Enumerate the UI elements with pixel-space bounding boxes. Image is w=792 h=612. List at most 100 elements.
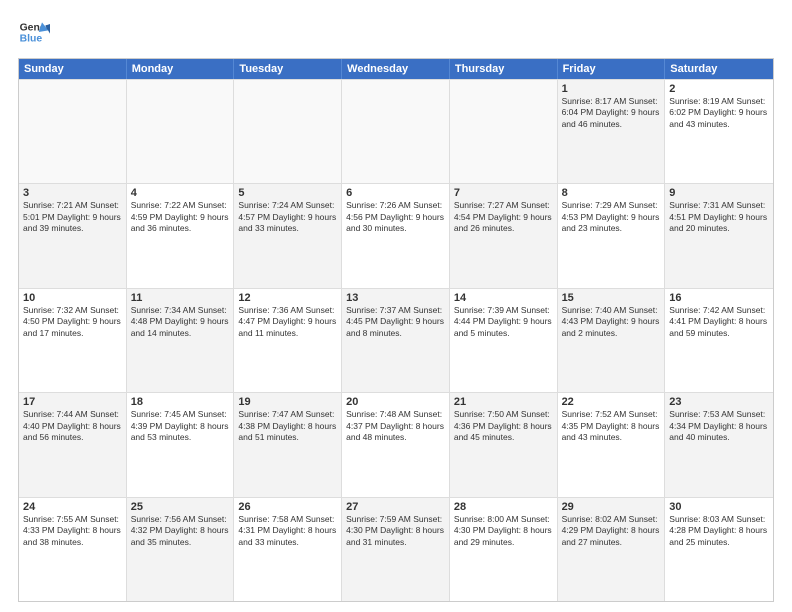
day-number: 22 <box>562 396 661 408</box>
day-info: Sunrise: 7:39 AM Sunset: 4:44 PM Dayligh… <box>454 305 553 339</box>
calendar-cell <box>234 80 342 183</box>
calendar-row: 10Sunrise: 7:32 AM Sunset: 4:50 PM Dayli… <box>19 288 773 392</box>
calendar-header-cell: Tuesday <box>234 59 342 79</box>
day-info: Sunrise: 7:22 AM Sunset: 4:59 PM Dayligh… <box>131 200 230 234</box>
day-number: 30 <box>669 501 769 513</box>
calendar-cell: 5Sunrise: 7:24 AM Sunset: 4:57 PM Daylig… <box>234 184 342 287</box>
calendar-cell: 17Sunrise: 7:44 AM Sunset: 4:40 PM Dayli… <box>19 393 127 496</box>
calendar-row: 17Sunrise: 7:44 AM Sunset: 4:40 PM Dayli… <box>19 392 773 496</box>
calendar-cell <box>450 80 558 183</box>
day-number: 26 <box>238 501 337 513</box>
calendar-cell: 3Sunrise: 7:21 AM Sunset: 5:01 PM Daylig… <box>19 184 127 287</box>
day-info: Sunrise: 7:40 AM Sunset: 4:43 PM Dayligh… <box>562 305 661 339</box>
calendar-cell: 9Sunrise: 7:31 AM Sunset: 4:51 PM Daylig… <box>665 184 773 287</box>
calendar-cell: 30Sunrise: 8:03 AM Sunset: 4:28 PM Dayli… <box>665 498 773 601</box>
calendar-cell: 1Sunrise: 8:17 AM Sunset: 6:04 PM Daylig… <box>558 80 666 183</box>
calendar-cell: 2Sunrise: 8:19 AM Sunset: 6:02 PM Daylig… <box>665 80 773 183</box>
day-info: Sunrise: 7:32 AM Sunset: 4:50 PM Dayligh… <box>23 305 122 339</box>
calendar: SundayMondayTuesdayWednesdayThursdayFrid… <box>18 58 774 602</box>
day-info: Sunrise: 7:59 AM Sunset: 4:30 PM Dayligh… <box>346 514 445 548</box>
day-info: Sunrise: 7:53 AM Sunset: 4:34 PM Dayligh… <box>669 409 769 443</box>
day-number: 24 <box>23 501 122 513</box>
calendar-cell: 11Sunrise: 7:34 AM Sunset: 4:48 PM Dayli… <box>127 289 235 392</box>
header-row: General Blue <box>18 16 774 48</box>
calendar-cell: 29Sunrise: 8:02 AM Sunset: 4:29 PM Dayli… <box>558 498 666 601</box>
day-number: 6 <box>346 187 445 199</box>
day-number: 29 <box>562 501 661 513</box>
calendar-cell <box>342 80 450 183</box>
day-info: Sunrise: 7:47 AM Sunset: 4:38 PM Dayligh… <box>238 409 337 443</box>
day-info: Sunrise: 7:21 AM Sunset: 5:01 PM Dayligh… <box>23 200 122 234</box>
calendar-header: SundayMondayTuesdayWednesdayThursdayFrid… <box>19 59 773 79</box>
day-info: Sunrise: 7:26 AM Sunset: 4:56 PM Dayligh… <box>346 200 445 234</box>
calendar-cell: 8Sunrise: 7:29 AM Sunset: 4:53 PM Daylig… <box>558 184 666 287</box>
day-number: 4 <box>131 187 230 199</box>
day-info: Sunrise: 7:52 AM Sunset: 4:35 PM Dayligh… <box>562 409 661 443</box>
calendar-cell: 27Sunrise: 7:59 AM Sunset: 4:30 PM Dayli… <box>342 498 450 601</box>
calendar-cell: 15Sunrise: 7:40 AM Sunset: 4:43 PM Dayli… <box>558 289 666 392</box>
calendar-cell: 16Sunrise: 7:42 AM Sunset: 4:41 PM Dayli… <box>665 289 773 392</box>
calendar-header-cell: Thursday <box>450 59 558 79</box>
day-info: Sunrise: 8:19 AM Sunset: 6:02 PM Dayligh… <box>669 96 769 130</box>
day-number: 12 <box>238 292 337 304</box>
day-number: 5 <box>238 187 337 199</box>
calendar-cell: 22Sunrise: 7:52 AM Sunset: 4:35 PM Dayli… <box>558 393 666 496</box>
day-info: Sunrise: 8:17 AM Sunset: 6:04 PM Dayligh… <box>562 96 661 130</box>
day-number: 10 <box>23 292 122 304</box>
day-info: Sunrise: 7:31 AM Sunset: 4:51 PM Dayligh… <box>669 200 769 234</box>
calendar-cell: 26Sunrise: 7:58 AM Sunset: 4:31 PM Dayli… <box>234 498 342 601</box>
day-info: Sunrise: 7:58 AM Sunset: 4:31 PM Dayligh… <box>238 514 337 548</box>
calendar-row: 3Sunrise: 7:21 AM Sunset: 5:01 PM Daylig… <box>19 183 773 287</box>
svg-text:Blue: Blue <box>20 34 43 45</box>
page: General Blue SundayMondayTuesdayWednesda… <box>0 0 792 612</box>
calendar-cell: 19Sunrise: 7:47 AM Sunset: 4:38 PM Dayli… <box>234 393 342 496</box>
day-number: 14 <box>454 292 553 304</box>
day-info: Sunrise: 7:48 AM Sunset: 4:37 PM Dayligh… <box>346 409 445 443</box>
day-info: Sunrise: 8:03 AM Sunset: 4:28 PM Dayligh… <box>669 514 769 548</box>
calendar-cell <box>127 80 235 183</box>
day-info: Sunrise: 7:42 AM Sunset: 4:41 PM Dayligh… <box>669 305 769 339</box>
day-number: 9 <box>669 187 769 199</box>
day-info: Sunrise: 7:37 AM Sunset: 4:45 PM Dayligh… <box>346 305 445 339</box>
day-number: 11 <box>131 292 230 304</box>
day-number: 16 <box>669 292 769 304</box>
day-info: Sunrise: 7:55 AM Sunset: 4:33 PM Dayligh… <box>23 514 122 548</box>
calendar-cell: 24Sunrise: 7:55 AM Sunset: 4:33 PM Dayli… <box>19 498 127 601</box>
day-number: 27 <box>346 501 445 513</box>
day-number: 7 <box>454 187 553 199</box>
calendar-cell: 13Sunrise: 7:37 AM Sunset: 4:45 PM Dayli… <box>342 289 450 392</box>
calendar-cell: 14Sunrise: 7:39 AM Sunset: 4:44 PM Dayli… <box>450 289 558 392</box>
calendar-header-cell: Friday <box>558 59 666 79</box>
calendar-cell: 18Sunrise: 7:45 AM Sunset: 4:39 PM Dayli… <box>127 393 235 496</box>
calendar-cell: 21Sunrise: 7:50 AM Sunset: 4:36 PM Dayli… <box>450 393 558 496</box>
day-info: Sunrise: 7:36 AM Sunset: 4:47 PM Dayligh… <box>238 305 337 339</box>
logo-icon: General Blue <box>18 16 50 48</box>
day-number: 13 <box>346 292 445 304</box>
day-info: Sunrise: 7:29 AM Sunset: 4:53 PM Dayligh… <box>562 200 661 234</box>
day-info: Sunrise: 8:00 AM Sunset: 4:30 PM Dayligh… <box>454 514 553 548</box>
day-number: 18 <box>131 396 230 408</box>
day-number: 25 <box>131 501 230 513</box>
calendar-row: 24Sunrise: 7:55 AM Sunset: 4:33 PM Dayli… <box>19 497 773 601</box>
calendar-cell: 10Sunrise: 7:32 AM Sunset: 4:50 PM Dayli… <box>19 289 127 392</box>
calendar-body: 1Sunrise: 8:17 AM Sunset: 6:04 PM Daylig… <box>19 79 773 601</box>
day-number: 19 <box>238 396 337 408</box>
day-number: 21 <box>454 396 553 408</box>
calendar-header-cell: Wednesday <box>342 59 450 79</box>
day-number: 1 <box>562 83 661 95</box>
calendar-cell: 6Sunrise: 7:26 AM Sunset: 4:56 PM Daylig… <box>342 184 450 287</box>
day-number: 2 <box>669 83 769 95</box>
calendar-row: 1Sunrise: 8:17 AM Sunset: 6:04 PM Daylig… <box>19 79 773 183</box>
day-number: 17 <box>23 396 122 408</box>
calendar-cell <box>19 80 127 183</box>
day-info: Sunrise: 7:56 AM Sunset: 4:32 PM Dayligh… <box>131 514 230 548</box>
day-info: Sunrise: 7:44 AM Sunset: 4:40 PM Dayligh… <box>23 409 122 443</box>
day-info: Sunrise: 7:24 AM Sunset: 4:57 PM Dayligh… <box>238 200 337 234</box>
day-number: 15 <box>562 292 661 304</box>
calendar-cell: 7Sunrise: 7:27 AM Sunset: 4:54 PM Daylig… <box>450 184 558 287</box>
day-number: 20 <box>346 396 445 408</box>
day-number: 3 <box>23 187 122 199</box>
day-number: 28 <box>454 501 553 513</box>
calendar-cell: 4Sunrise: 7:22 AM Sunset: 4:59 PM Daylig… <box>127 184 235 287</box>
day-number: 23 <box>669 396 769 408</box>
